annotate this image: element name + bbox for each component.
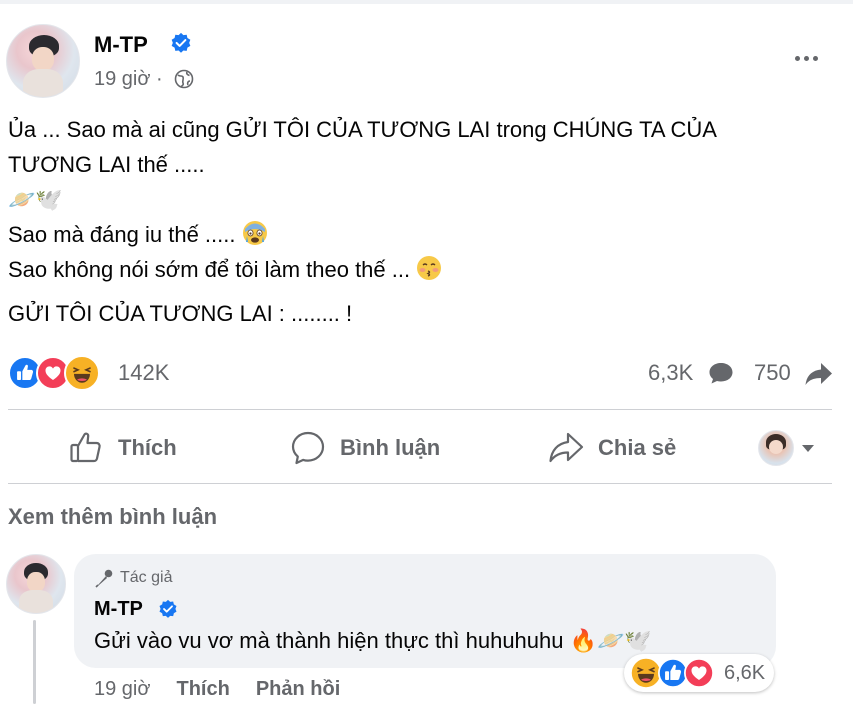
reaction-count[interactable]: 142K xyxy=(118,360,169,386)
like-label: Thích xyxy=(118,435,177,460)
post-line-emojis: 🪐🕊️ xyxy=(8,182,838,217)
post-line-1: Ủa ... Sao mà ai cũng GỬI TÔI CỦA TƯƠNG … xyxy=(8,117,717,142)
comment-text: Gửi vào vu vơ mà thành hiện thực thì huh… xyxy=(94,628,652,653)
post-text: Ủa ... Sao mà ai cũng GỬI TÔI CỦA TƯƠNG … xyxy=(8,112,838,331)
divider-top xyxy=(8,409,832,410)
author-name[interactable]: M-TP xyxy=(94,32,148,58)
globe-icon[interactable] xyxy=(174,69,194,89)
comment-bubble: Tác giả M-TP Gửi vào vu vơ mà thành hiện… xyxy=(74,554,776,668)
share-arrow-icon xyxy=(805,363,832,385)
divider-bottom xyxy=(8,483,832,484)
planet-dove-emojis: 🪐🕊️ xyxy=(8,187,63,212)
thread-line xyxy=(33,620,36,704)
comment: Tác giả M-TP Gửi vào vu vơ mà thành hiện… xyxy=(6,554,846,704)
post-line-4: Sao mà đáng iu thế ..... xyxy=(8,217,838,252)
microphone-icon xyxy=(95,569,113,588)
verified-badge-icon xyxy=(171,32,191,53)
verified-badge-icon xyxy=(159,599,177,618)
reaction-summary: 142K 6,3K 750 xyxy=(8,355,838,391)
view-more-comments[interactable]: Xem thêm bình luận xyxy=(8,504,217,530)
share-label: Chia sẻ xyxy=(598,435,677,460)
comment-button[interactable]: Bình luận xyxy=(290,418,440,478)
comment-meta: 19 giờ Thích Phản hồi xyxy=(94,678,340,701)
share-icon xyxy=(549,432,584,463)
haha-reaction-icon xyxy=(64,355,100,391)
share-button[interactable]: Chia sẻ xyxy=(548,418,676,478)
chevron-down-icon xyxy=(802,444,814,452)
like-button[interactable]: Thích xyxy=(68,418,177,478)
comment-count[interactable]: 6,3K xyxy=(648,360,693,386)
comment-icon xyxy=(291,431,325,465)
post-time[interactable]: 19 giờ · xyxy=(94,68,163,91)
author-badge: Tác giả xyxy=(94,568,172,588)
comment-label: Bình luận xyxy=(340,435,441,460)
share-count[interactable]: 750 xyxy=(754,360,791,386)
top-border xyxy=(0,0,853,4)
thumbs-up-icon xyxy=(70,432,101,463)
comment-bubble-icon xyxy=(709,363,733,384)
comment-time[interactable]: 19 giờ xyxy=(94,678,150,701)
author-avatar[interactable] xyxy=(6,24,80,98)
crying-face-icon xyxy=(242,221,267,245)
kissing-face-icon xyxy=(417,256,442,280)
author-badge-label: Tác giả xyxy=(120,569,173,586)
comment-reactions[interactable]: 6,6K xyxy=(624,654,774,692)
comment-author[interactable]: M-TP xyxy=(94,598,143,621)
comment-like-button[interactable]: Thích xyxy=(176,678,229,701)
post-line-2: TƯƠNG LAI thế ..... xyxy=(8,152,205,177)
more-options-icon[interactable] xyxy=(786,48,826,68)
comment-reaction-count: 6,6K xyxy=(724,662,766,684)
user-avatar xyxy=(758,430,794,466)
commenter-avatar[interactable] xyxy=(6,554,66,614)
post-line-6: GỬI TÔI CỦA TƯƠNG LAI : ........ ! xyxy=(8,301,353,326)
comment-reply-button[interactable]: Phản hồi xyxy=(256,678,340,701)
post-header: M-TP 19 giờ · xyxy=(6,24,846,98)
action-bar: Thích Bình luận Chia sẻ xyxy=(8,418,832,478)
profile-switcher[interactable] xyxy=(758,428,828,468)
love-reaction-icon xyxy=(684,658,714,688)
post-line-5: Sao không nói sớm để tôi làm theo thế ..… xyxy=(8,252,838,287)
